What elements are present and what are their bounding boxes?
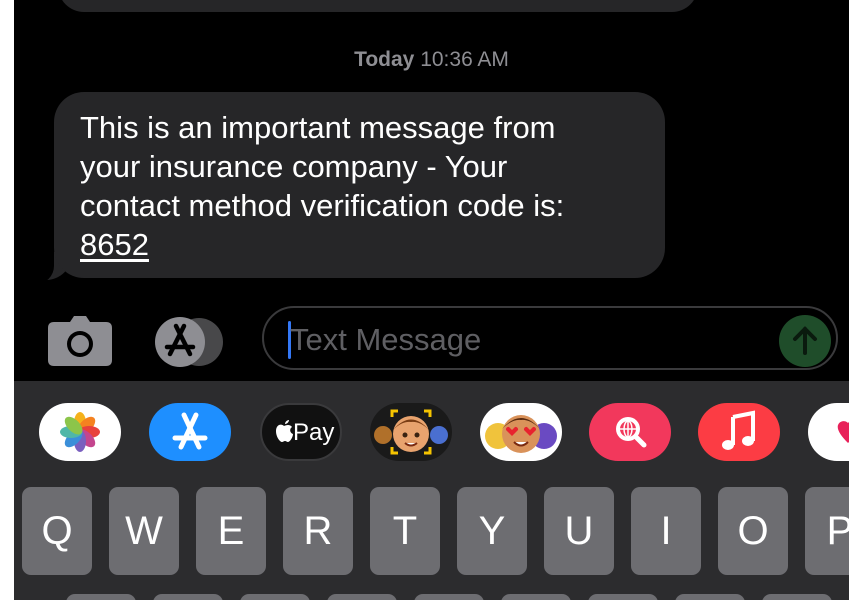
memoji-icon	[374, 409, 448, 455]
apple-pay-app-button[interactable]: Pay	[260, 403, 342, 461]
web-search-app-button[interactable]	[589, 403, 671, 461]
key-row2[interactable]	[153, 594, 223, 600]
messages-screen: Today 10:36 AM This is an important mess…	[14, 0, 849, 600]
music-note-icon	[722, 410, 755, 450]
key-row2[interactable]	[414, 594, 484, 600]
key-row2[interactable]	[501, 594, 571, 600]
key-row2[interactable]	[588, 594, 658, 600]
key-p[interactable]: P	[805, 487, 849, 575]
apple-pay-label: Pay	[293, 419, 335, 446]
digital-touch-app-button[interactable]	[808, 403, 849, 461]
app-store-icon	[172, 412, 208, 450]
verification-code-link[interactable]: 8652	[80, 227, 149, 262]
app-store-icon	[155, 317, 223, 367]
music-app-button[interactable]	[698, 403, 780, 461]
key-o[interactable]: O	[718, 487, 788, 575]
message-timestamp: Today 10:36 AM	[14, 48, 849, 72]
app-store-app-button[interactable]	[149, 403, 231, 461]
message-line: your insurance company - Your	[80, 149, 508, 184]
animoji-icon	[485, 415, 557, 453]
message-text: This is an important message from your i…	[80, 108, 660, 264]
key-row2[interactable]	[675, 594, 745, 600]
timestamp-day: Today	[354, 48, 415, 71]
photos-app-button[interactable]	[39, 403, 121, 461]
key-row2[interactable]	[327, 594, 397, 600]
key-i[interactable]: I	[631, 487, 701, 575]
send-button[interactable]	[779, 315, 831, 367]
key-row2[interactable]	[240, 594, 310, 600]
key-t[interactable]: T	[370, 487, 440, 575]
key-e[interactable]: E	[196, 487, 266, 575]
timestamp-time: 10:36 AM	[420, 48, 509, 71]
message-line: This is an important message from	[80, 110, 556, 145]
camera-button[interactable]	[48, 316, 112, 366]
apple-logo-icon	[276, 420, 293, 442]
web-search-icon	[616, 417, 647, 448]
key-q[interactable]: Q	[22, 487, 92, 575]
key-u[interactable]: U	[544, 487, 614, 575]
message-line: contact method verification code is:	[80, 188, 565, 223]
arrow-up-icon	[793, 326, 817, 355]
heart-icon	[837, 421, 849, 443]
memoji-app-button[interactable]	[370, 403, 452, 461]
key-r[interactable]: R	[283, 487, 353, 575]
camera-icon	[48, 316, 112, 366]
key-y[interactable]: Y	[457, 487, 527, 575]
key-row2[interactable]	[66, 594, 136, 600]
key-w[interactable]: W	[109, 487, 179, 575]
photos-icon	[60, 412, 100, 452]
key-row2[interactable]	[762, 594, 832, 600]
previous-message-bubble	[58, 0, 698, 12]
animoji-app-button[interactable]	[480, 403, 562, 461]
app-store-button[interactable]	[155, 317, 229, 367]
input-placeholder: Text Message	[290, 322, 482, 357]
